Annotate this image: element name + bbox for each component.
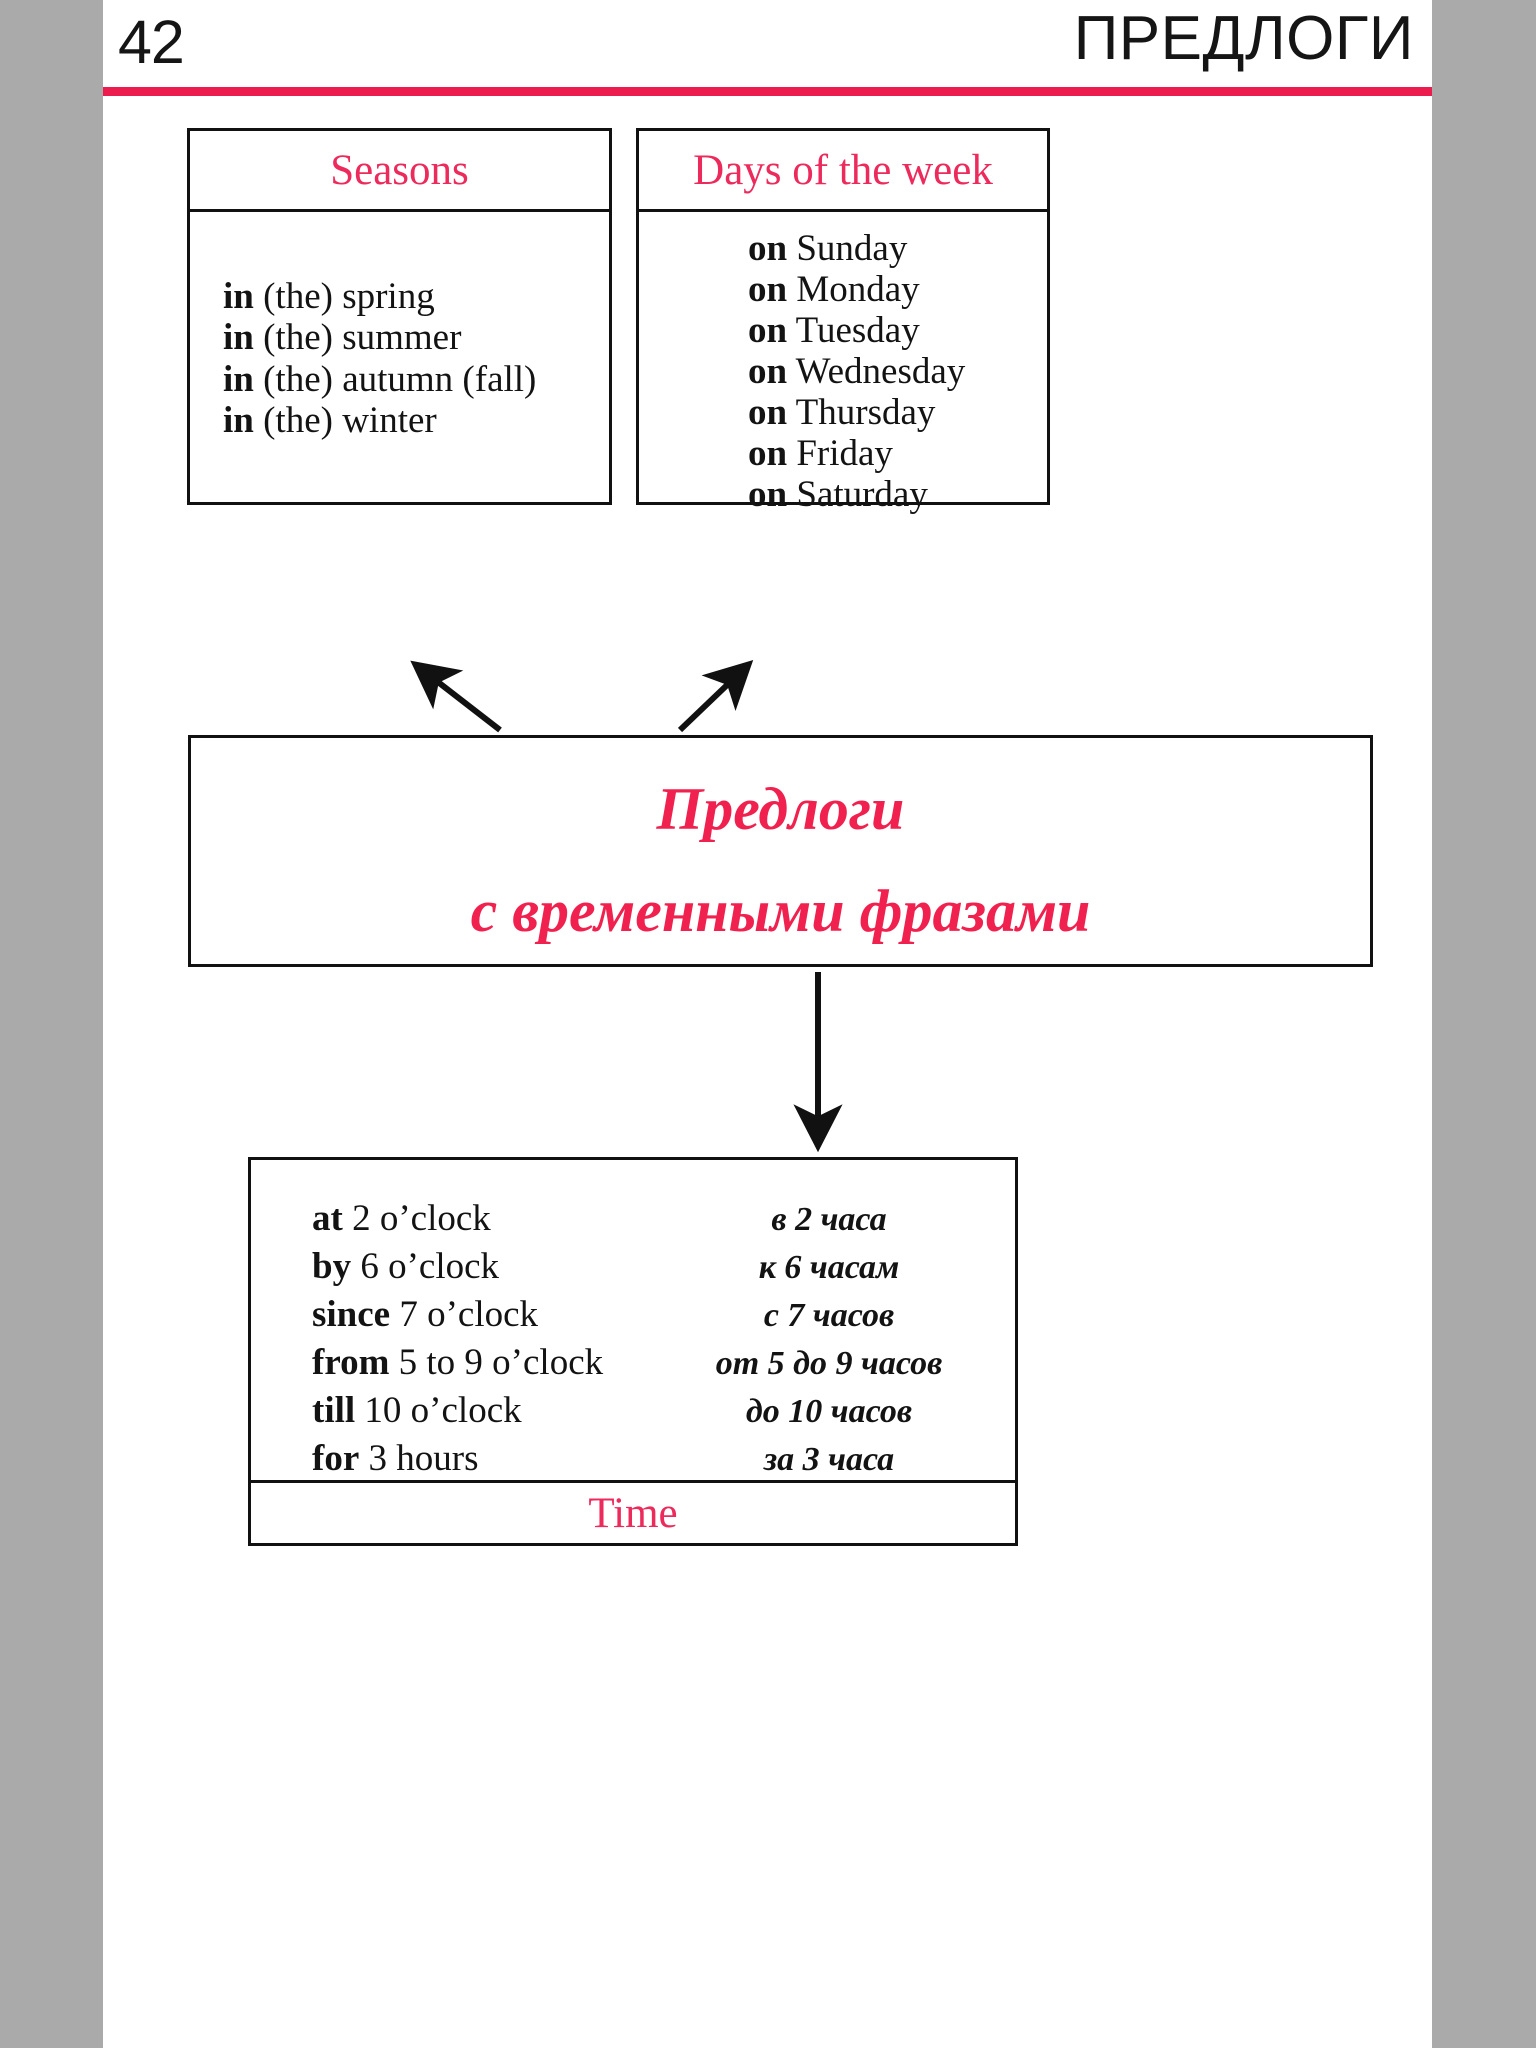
preposition: on [748, 433, 788, 475]
days-title: Days of the week [693, 146, 993, 194]
phrase-rest: 10 o’clock [355, 1390, 522, 1431]
time-phrase-en: at 2 o’clock [251, 1197, 643, 1240]
preposition: in [223, 400, 254, 442]
list-item: on Wednesday [748, 351, 1047, 392]
phrase-rest: (the) spring [253, 276, 435, 317]
time-footer-band: Time [251, 1480, 1015, 1543]
preposition: on [748, 310, 788, 352]
phrase-rest: 2 o’clock [342, 1198, 491, 1239]
phrase-rest: Saturday [787, 474, 928, 516]
table-row: from 5 to 9 o’clock от 5 до 9 часов [251, 1341, 1015, 1389]
preposition: on [748, 228, 788, 269]
phrase-rest: (the) winter [253, 400, 437, 442]
table-row: till 10 o’clock до 10 часов [251, 1389, 1015, 1437]
phrase-rest: (the) summer [253, 317, 462, 359]
phrase-rest: Wednesday [787, 351, 966, 393]
time-box: at 2 o’clock в 2 часа by 6 o’clock к 6 ч… [248, 1157, 1018, 1546]
preposition: from [312, 1342, 390, 1383]
seasons-list: in (the) spring in (the) summer in (the)… [190, 212, 609, 442]
phrase-rest: (the) autumn (fall) [253, 358, 537, 400]
time-phrase-ru: к 6 часам [758, 1249, 900, 1286]
phrase-rest: 5 to 9 o’clock [389, 1342, 604, 1383]
phrase-rest: Thursday [787, 392, 936, 434]
time-phrase-ru: от 5 до 9 часов [715, 1345, 943, 1382]
phrase-rest: Sunday [787, 228, 908, 269]
preposition: in [223, 317, 254, 359]
arrow-to-seasons [410, 660, 502, 733]
preposition: in [223, 276, 254, 317]
list-item: in (the) summer [223, 317, 609, 358]
list-item: on Tuesday [748, 310, 1047, 351]
list-item: in (the) autumn (fall) [223, 359, 609, 400]
right-gutter-margin [1432, 0, 1536, 2048]
preposition: at [312, 1198, 343, 1239]
table-row: by 6 o’clock к 6 часам [251, 1245, 1015, 1293]
list-item: on Saturday [748, 474, 1047, 515]
time-phrase-ru: до 10 часов [745, 1393, 913, 1430]
page-title: ПРЕДЛОГИ [1073, 4, 1414, 73]
phrase-rest: 6 o’clock [351, 1246, 500, 1287]
time-phrase-en: since 7 o’clock [251, 1293, 643, 1336]
days-title-band: Days of the week [639, 131, 1047, 212]
time-phrase-en: from 5 to 9 o’clock [251, 1341, 643, 1384]
table-row: for 3 hours за 3 часа [251, 1437, 1015, 1485]
preposition: since [312, 1294, 391, 1335]
time-phrase-en: by 6 o’clock [251, 1245, 643, 1288]
preposition: on [748, 269, 788, 311]
table-row: since 7 o’clock с 7 часов [251, 1293, 1015, 1341]
list-item: on Sunday [748, 228, 1047, 269]
time-phrase-ru: в 2 часа [771, 1201, 887, 1238]
time-phrase-ru: с 7 часов [763, 1297, 895, 1334]
list-item: on Friday [748, 433, 1047, 474]
preposition: on [748, 474, 788, 516]
phrase-rest: 7 o’clock [390, 1294, 539, 1335]
days-list: on Sunday on Monday on Tuesday on Wednes… [639, 212, 1047, 515]
center-title-line-1: Предлоги [656, 776, 905, 842]
list-item: in (the) spring [223, 276, 609, 317]
phrase-rest: Tuesday [787, 310, 920, 352]
header-rule-divider [103, 87, 1432, 96]
page-header: 42 ПРЕДЛОГИ [103, 0, 1432, 100]
center-title-line-2: с временными фразами [470, 878, 1091, 944]
preposition: for [312, 1438, 360, 1479]
seasons-title: Seasons [330, 146, 469, 194]
table-row: at 2 o’clock в 2 часа [251, 1197, 1015, 1245]
preposition: by [312, 1246, 352, 1287]
page-sheet: 42 ПРЕДЛОГИ Seasons in (the) spring in (… [103, 0, 1432, 2048]
phrase-rest: Monday [787, 269, 920, 311]
time-phrase-ru: за 3 часа [763, 1441, 895, 1478]
page-number: 42 [118, 8, 185, 76]
list-item: on Thursday [748, 392, 1047, 433]
preposition: till [312, 1390, 356, 1431]
time-phrase-en: till 10 o’clock [251, 1389, 643, 1432]
time-title: Time [588, 1489, 678, 1537]
left-gutter-margin [0, 0, 103, 2048]
center-concept-box: Предлоги с временными фразами [188, 735, 1373, 967]
preposition: on [748, 392, 788, 434]
days-of-the-week-box: Days of the week on Sunday on Monday on … [636, 128, 1050, 515]
phrase-rest: Friday [787, 433, 893, 475]
phrase-rest: 3 hours [359, 1438, 479, 1479]
preposition: in [223, 358, 254, 400]
time-rows: at 2 o’clock в 2 часа by 6 o’clock к 6 ч… [251, 1160, 1015, 1485]
time-phrase-en: for 3 hours [251, 1437, 643, 1480]
page-canvas: 42 ПРЕДЛОГИ Seasons in (the) spring in (… [0, 0, 1536, 2048]
seasons-box: Seasons in (the) spring in (the) summer … [187, 128, 612, 505]
preposition: on [748, 351, 788, 393]
list-item: in (the) winter [223, 400, 609, 441]
list-item: on Monday [748, 269, 1047, 310]
seasons-title-band: Seasons [190, 131, 609, 212]
arrow-to-days [677, 660, 754, 733]
